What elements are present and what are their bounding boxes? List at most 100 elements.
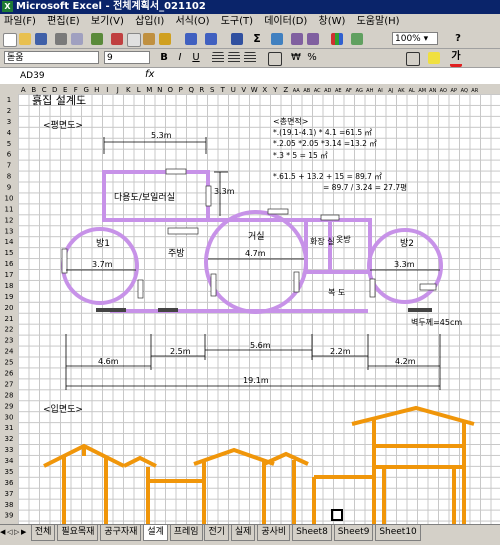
row-header-5[interactable]: 5: [7, 140, 11, 148]
column-header-Y[interactable]: Y: [272, 86, 278, 94]
column-header-W[interactable]: W: [251, 86, 258, 94]
row-header-19[interactable]: 19: [5, 293, 14, 301]
column-header-F[interactable]: F: [74, 86, 78, 94]
fill-color-icon[interactable]: [428, 52, 440, 64]
row-header-26[interactable]: 26: [5, 370, 14, 378]
italic-icon[interactable]: I: [174, 52, 186, 64]
tab-sheet9[interactable]: Sheet9: [333, 525, 374, 541]
row-header-20[interactable]: 20: [5, 304, 14, 312]
chart-wizard-icon[interactable]: [331, 33, 343, 45]
sort-asc-icon[interactable]: [291, 33, 303, 45]
row-header-13[interactable]: 13: [5, 227, 14, 235]
format-painter-icon[interactable]: [159, 33, 171, 45]
row-header-27[interactable]: 27: [5, 380, 14, 388]
column-header-U[interactable]: U: [231, 86, 236, 94]
new-icon[interactable]: [3, 33, 17, 47]
tab-프레임[interactable]: 프레임: [169, 525, 203, 541]
row-header-14[interactable]: 14: [5, 238, 14, 246]
row-header-6[interactable]: 6: [7, 151, 12, 159]
row-header-38[interactable]: 38: [5, 501, 14, 509]
menu-window[interactable]: 창(W): [319, 16, 346, 27]
preview-icon[interactable]: [71, 33, 83, 45]
column-header-C[interactable]: C: [42, 86, 47, 94]
borders-icon[interactable]: [406, 52, 420, 66]
print-icon[interactable]: [55, 33, 67, 45]
row-header-32[interactable]: 32: [5, 435, 14, 443]
open-icon[interactable]: [19, 33, 31, 45]
row-header-35[interactable]: 35: [5, 468, 14, 476]
selected-cell[interactable]: [331, 509, 343, 521]
tab-필요목재[interactable]: 필요목재: [57, 525, 99, 541]
drawing-icon[interactable]: [351, 33, 363, 45]
row-header-30[interactable]: 30: [5, 413, 14, 421]
row-header-11[interactable]: 11: [5, 205, 14, 213]
column-header-X[interactable]: X: [262, 86, 267, 94]
menu-help[interactable]: 도움말(H): [357, 16, 400, 27]
paste-icon[interactable]: [143, 33, 155, 45]
percent-icon[interactable]: %: [306, 52, 318, 64]
redo-icon[interactable]: [205, 33, 217, 45]
tab-전기[interactable]: 전기: [204, 525, 230, 541]
column-header-N[interactable]: N: [157, 86, 162, 94]
help-icon[interactable]: ?: [452, 33, 464, 45]
column-header-E[interactable]: E: [63, 86, 67, 94]
menu-file[interactable]: 파일(F): [4, 16, 36, 27]
row-header-25[interactable]: 25: [5, 359, 14, 367]
font-color-icon[interactable]: 가: [450, 52, 462, 67]
align-center-icon[interactable]: [228, 52, 240, 64]
tab-sheet8[interactable]: Sheet8: [292, 525, 332, 541]
row-header-12[interactable]: 12: [5, 216, 14, 224]
row-header-15[interactable]: 15: [5, 249, 14, 257]
row-header-10[interactable]: 10: [5, 194, 14, 202]
fx-icon[interactable]: fx: [145, 69, 154, 80]
tab-전체[interactable]: 전체: [30, 525, 56, 541]
tab-last-icon[interactable]: ▶: [21, 528, 28, 536]
copy-icon[interactable]: [127, 33, 141, 47]
column-header-B[interactable]: B: [31, 86, 36, 94]
underline-icon[interactable]: U: [190, 52, 202, 64]
row-header-33[interactable]: 33: [5, 446, 14, 454]
row-header-37[interactable]: 37: [5, 490, 14, 498]
font-size-select[interactable]: 9: [104, 51, 150, 64]
align-left-icon[interactable]: [212, 52, 224, 64]
row-header-1[interactable]: 1: [7, 96, 11, 104]
column-header-H[interactable]: H: [94, 86, 99, 94]
tab-prev-icon[interactable]: ◁: [7, 528, 14, 536]
autosum-icon[interactable]: Σ: [251, 33, 263, 45]
function-icon[interactable]: [271, 33, 283, 45]
row-header-28[interactable]: 28: [5, 391, 14, 399]
column-header-A[interactable]: A: [21, 86, 26, 94]
column-header-O[interactable]: O: [167, 86, 173, 94]
column-header-R[interactable]: R: [199, 86, 204, 94]
column-header-J[interactable]: J: [116, 86, 119, 94]
menu-format[interactable]: 서식(O): [175, 16, 209, 27]
font-select[interactable]: 돋움: [4, 51, 99, 64]
name-box[interactable]: AD39: [20, 70, 120, 82]
row-header-22[interactable]: 22: [5, 326, 14, 334]
tab-sheet10[interactable]: Sheet10: [375, 525, 421, 541]
zoom-select[interactable]: 100% ▾: [392, 32, 438, 45]
menu-data[interactable]: 데이터(D): [264, 16, 307, 27]
column-header-T[interactable]: T: [220, 86, 226, 94]
row-header-7[interactable]: 7: [7, 162, 11, 170]
row-header-23[interactable]: 23: [5, 337, 14, 345]
worksheet-grid[interactable]: 흙집 설계도 <평면도> <입면도> <총면적> *.(19.1-4.1) * …: [18, 94, 500, 524]
hyperlink-icon[interactable]: [231, 33, 243, 45]
tab-공사비[interactable]: 공사비: [257, 525, 291, 541]
align-right-icon[interactable]: [244, 52, 256, 64]
save-icon[interactable]: [35, 33, 47, 45]
tab-first-icon[interactable]: ◀: [0, 528, 7, 536]
menu-insert[interactable]: 삽입(I): [135, 16, 164, 27]
row-header-39[interactable]: 39: [5, 512, 14, 520]
menu-view[interactable]: 보기(V): [91, 16, 124, 27]
column-header-K[interactable]: K: [126, 86, 131, 94]
column-header-P[interactable]: P: [179, 86, 183, 94]
row-header-29[interactable]: 29: [5, 402, 14, 410]
row-header-3[interactable]: 3: [7, 118, 11, 126]
spell-icon[interactable]: [91, 33, 103, 45]
column-header-L[interactable]: L: [137, 86, 141, 94]
row-header-36[interactable]: 36: [5, 479, 14, 487]
cut-icon[interactable]: [111, 33, 123, 45]
merge-icon[interactable]: [268, 52, 282, 66]
column-header-S[interactable]: S: [210, 86, 215, 94]
